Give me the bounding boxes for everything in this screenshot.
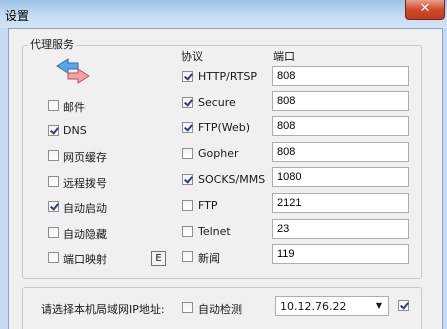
checkbox-http-rtsp[interactable] — [182, 71, 193, 82]
protocol-label-news: 新闻 — [198, 252, 220, 265]
option-label-remote-dial: 远程拨号 — [63, 177, 107, 190]
port-field-secure[interactable] — [272, 91, 409, 111]
checkbox-dns[interactable] — [48, 125, 59, 136]
port-field-socks-mms[interactable] — [272, 167, 409, 187]
checkbox-telnet[interactable] — [182, 226, 193, 237]
auto-detect-label: 自动检测 — [198, 303, 242, 316]
checkbox-remote-dial[interactable] — [48, 176, 59, 187]
protocol-label-gopher: Gopher — [198, 147, 239, 160]
title-bar: 设置 ✕ — [0, 0, 447, 28]
port-field-news[interactable] — [272, 244, 409, 264]
checkbox-socks-mms[interactable] — [182, 174, 193, 185]
option-label-auto-start: 自动启动 — [63, 202, 107, 215]
chevron-down-icon: ▼ — [375, 301, 383, 310]
protocol-label-ftp: FTP — [198, 199, 218, 212]
protocol-label-socks-mms: SOCKS/MMS — [198, 173, 266, 186]
port-field-ftp[interactable] — [272, 193, 409, 213]
network-arrows-icon — [56, 58, 90, 84]
option-label-port-mapping: 端口映射 — [63, 253, 107, 266]
checkbox-secure[interactable] — [182, 97, 193, 108]
checkbox-ip-confirm[interactable] — [398, 300, 409, 311]
window-title: 设置 — [5, 9, 30, 23]
ip-address-value: 10.12.76.22 — [280, 300, 347, 313]
port-field-ftp-web[interactable] — [272, 116, 409, 136]
checkbox-ftp-web[interactable] — [182, 122, 193, 133]
port-field-telnet[interactable] — [272, 219, 409, 239]
checkbox-auto-hide[interactable] — [48, 227, 59, 238]
protocol-label-http-rtsp: HTTP/RTSP — [198, 70, 258, 83]
port-mapping-edit-button[interactable]: E — [151, 251, 166, 266]
checkbox-news[interactable] — [182, 251, 193, 262]
checkbox-auto-detect[interactable] — [182, 302, 193, 313]
checkbox-auto-start[interactable] — [48, 201, 59, 212]
protocol-label-ftp-web: FTP(Web) — [198, 121, 251, 134]
option-label-mail: 邮件 — [63, 101, 85, 114]
close-button[interactable]: ✕ — [405, 0, 445, 20]
checkbox-gopher[interactable] — [182, 148, 193, 159]
protocol-label-secure: Secure — [198, 96, 236, 109]
option-label-auto-hide: 自动隐藏 — [63, 228, 107, 241]
proxy-group-title: 代理服务 — [28, 36, 76, 52]
option-label-dns: DNS — [63, 124, 87, 137]
ip-address-dropdown[interactable]: 10.12.76.22 ▼ — [275, 296, 389, 316]
checkbox-port-mapping[interactable] — [48, 252, 59, 263]
ip-select-label: 请选择本机局域网IP地址: — [41, 303, 165, 316]
checkbox-ftp[interactable] — [182, 200, 193, 211]
port-field-gopher[interactable] — [272, 142, 409, 162]
port-header: 端口 — [273, 50, 295, 63]
close-icon: ✕ — [419, 1, 431, 16]
option-label-web-cache: 网页缓存 — [63, 151, 107, 164]
protocol-header: 协议 — [181, 50, 203, 63]
protocol-label-telnet: Telnet — [198, 225, 231, 238]
checkbox-mail[interactable] — [48, 100, 59, 111]
checkbox-web-cache[interactable] — [48, 150, 59, 161]
port-field-http-rtsp[interactable] — [272, 66, 409, 86]
